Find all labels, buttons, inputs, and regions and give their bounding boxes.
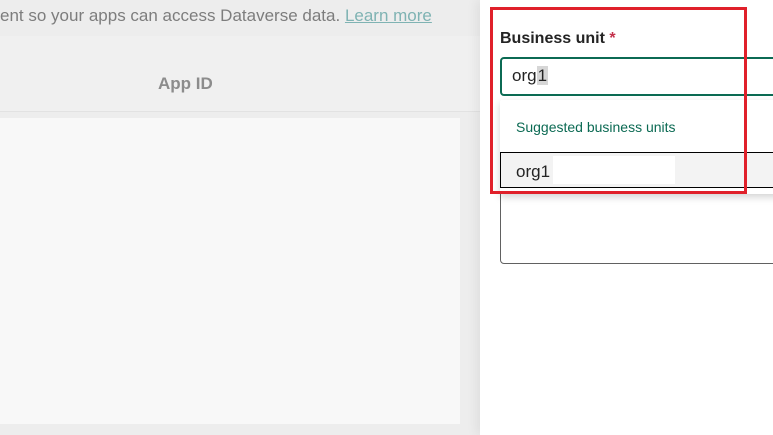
suggestions-header: Suggested business units bbox=[516, 119, 676, 135]
suggestion-option-label: org1 bbox=[516, 162, 551, 181]
business-unit-input[interactable]: org1 bbox=[500, 57, 773, 96]
redaction-mask bbox=[553, 156, 675, 184]
business-unit-input-selected-text: 1 bbox=[536, 66, 549, 85]
intro-description: ent so your apps can access Dataverse da… bbox=[0, 6, 341, 25]
table-body bbox=[0, 118, 460, 424]
screen: ent so your apps can access Dataverse da… bbox=[0, 0, 773, 435]
business-unit-label: Business unit * bbox=[500, 30, 616, 48]
learn-more-link[interactable]: Learn more bbox=[345, 6, 432, 25]
background-page: ent so your apps can access Dataverse da… bbox=[0, 0, 480, 435]
suggestion-option-org1[interactable]: org1 bbox=[500, 152, 773, 188]
business-unit-input-value: org bbox=[512, 66, 537, 85]
side-panel: Business unit * org1 Suggested business … bbox=[480, 0, 773, 435]
intro-text: ent so your apps can access Dataverse da… bbox=[0, 6, 432, 26]
column-header-app-id[interactable]: App ID bbox=[158, 74, 213, 94]
required-marker: * bbox=[609, 30, 616, 47]
business-unit-label-text: Business unit bbox=[500, 30, 605, 47]
table-header: App ID bbox=[0, 36, 480, 112]
suggestions-dropdown: Suggested business units org1 bbox=[500, 100, 773, 194]
